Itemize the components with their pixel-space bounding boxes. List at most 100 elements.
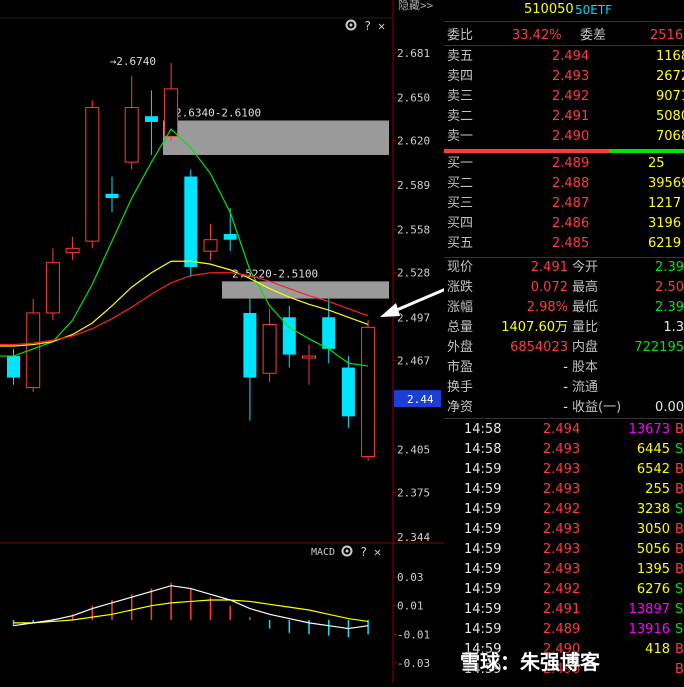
stat-value-2: 2.39 — [655, 300, 684, 315]
tick-direction: B — [675, 642, 684, 657]
tick-time: 14:59 — [464, 582, 502, 597]
candle-body — [302, 355, 316, 359]
bid-pressure-bar — [609, 149, 684, 153]
stat-label: 市盈 — [447, 360, 474, 375]
stat-label-2: 今开 — [572, 260, 599, 275]
macd-tick-label: -0.03 — [397, 657, 430, 670]
stat-row: 涨跌 0.072 最高 2.50 — [444, 278, 684, 298]
stat-label: 换手 — [447, 380, 474, 395]
tick-time: 14:59 — [464, 522, 502, 537]
bid-level-label: 买一 — [447, 156, 474, 171]
hide-toggle-label[interactable]: 隐藏>> — [398, 0, 434, 12]
y-tick-label: 2.467 — [397, 354, 430, 367]
close-icon[interactable]: ✕ — [378, 19, 385, 33]
tick-direction: B — [675, 482, 684, 497]
bid-volume: 6219 — [648, 236, 682, 251]
kline-chart-area[interactable]: 隐藏>> ? ✕ MACD ? ✕ 2.6340-2.6100 2.5220-2.… — [0, 0, 456, 683]
ask-row: 卖三 2.492 9071 — [444, 87, 684, 107]
ask-row: 卖一 2.490 7068 — [444, 127, 684, 147]
tick-direction: B — [675, 542, 684, 557]
bid-volume: 39569 — [648, 176, 684, 191]
tick-price: 2.493 — [543, 562, 581, 577]
stat-label: 涨幅 — [447, 300, 474, 315]
ask-volume: 9071 — [656, 89, 684, 104]
tick-volume: 13673 — [628, 422, 670, 437]
ask-price: 2.492 — [552, 89, 590, 104]
tick-time: 14:59 — [464, 622, 502, 637]
stat-value: 1407.60万 — [501, 320, 568, 335]
tick-price: 2.493 — [543, 542, 581, 557]
tick-volume: 6445 — [636, 442, 670, 457]
tick-price: 2.493 — [543, 462, 581, 477]
ask-price: 2.491 — [552, 109, 590, 124]
bid-row: 买五 2.485 6219 — [444, 234, 684, 254]
weibi-row: 委比 33.42% 委差 2516 — [444, 26, 684, 46]
tick-direction: S — [675, 502, 684, 517]
macd-help-icon[interactable]: ? — [360, 545, 367, 559]
ask-price: 2.494 — [552, 49, 590, 64]
tick-row: 14:58 2.494 13673 B — [444, 420, 684, 440]
bid-row: 买四 2.486 3196 — [444, 214, 684, 234]
stock-name: 50ETF — [575, 3, 613, 17]
tick-volume: 3050 — [636, 522, 670, 537]
tick-volume: 13916 — [628, 622, 670, 637]
bid-price: 2.489 — [552, 156, 590, 171]
tick-direction: S — [675, 602, 684, 617]
tick-row: 14:59 2.493 5056 B — [444, 540, 684, 560]
high-marker-label: →2.6740 — [110, 55, 156, 68]
candle-body — [203, 239, 218, 252]
bid-level-label: 买二 — [447, 176, 474, 191]
y-tick-label: 2.681 — [397, 47, 430, 60]
candle-body — [184, 176, 198, 267]
stat-value-2: 1.3 — [663, 320, 684, 335]
macd-tick-label: 0.03 — [397, 571, 424, 584]
y-tick-label: 2.589 — [397, 179, 430, 192]
stat-value: 0.072 — [530, 280, 568, 295]
candle-body — [105, 193, 119, 199]
macd-label: MACD — [311, 547, 335, 558]
zone-label: 2.6340-2.6100 — [175, 107, 261, 120]
quote-panel: 510050 50ETF 委比 33.42% 委差 2516 卖五 2.494 … — [444, 0, 684, 683]
ask-pressure-bar — [444, 149, 609, 153]
y-tick-label: 2.528 — [397, 267, 430, 280]
stock-code: 510050 — [524, 2, 574, 17]
tick-row: 14:59 2.493 255 B — [444, 480, 684, 500]
candle-body — [322, 317, 336, 349]
tick-price: 2.493 — [543, 522, 581, 537]
tick-direction: B — [675, 422, 684, 437]
weibi-label: 委比 — [447, 28, 474, 43]
stat-row: 净资 - 收益(一) 0.00 — [444, 398, 684, 418]
stat-label: 涨跌 — [447, 280, 474, 295]
tick-volume: 3238 — [636, 502, 670, 517]
stat-row: 总量 1407.60万 量比 1.3 — [444, 318, 684, 338]
ask-volume: 7068 — [656, 129, 684, 144]
resistance-zone — [222, 281, 389, 299]
quote-header: 510050 50ETF — [444, 0, 684, 20]
y-tick-label: 2.375 — [397, 486, 430, 499]
ask-volume: 2672 — [656, 69, 684, 84]
ask-level-label: 卖五 — [447, 49, 474, 64]
resistance-zone — [163, 120, 389, 155]
help-icon[interactable]: ? — [364, 19, 371, 33]
zone-label: 2.5220-2.5100 — [232, 267, 318, 280]
bid-price: 2.488 — [552, 176, 590, 191]
stat-value-2: 0.00 — [655, 400, 684, 415]
tick-volume: 418 — [645, 642, 670, 657]
tick-row: 14:59 2.493 1395 B — [444, 560, 684, 580]
candlestick-chart[interactable]: 隐藏>> ? ✕ MACD ? ✕ 2.6340-2.6100 2.5220-2.… — [0, 0, 456, 683]
tick-row: 14:59 2.492 3238 S — [444, 500, 684, 520]
stat-row: 换手 - 流通 — [444, 378, 684, 398]
candle-body — [65, 247, 80, 254]
y-tick-label: 2.620 — [397, 135, 430, 148]
stat-label-2: 最高 — [572, 280, 599, 295]
bid-row: 买三 2.487 1217 — [444, 194, 684, 214]
tick-time: 14:59 — [464, 462, 502, 477]
stat-row: 现价 2.491 今开 2.39 — [444, 258, 684, 278]
macd-close-icon[interactable]: ✕ — [374, 545, 381, 559]
macd-tick-label: -0.01 — [397, 628, 430, 641]
candle-body — [341, 367, 355, 417]
ask-row: 卖四 2.493 2672 — [444, 67, 684, 87]
stat-value: 2.98% — [526, 300, 568, 315]
stat-label-2: 量比 — [572, 320, 599, 335]
tick-direction: B — [675, 662, 684, 677]
